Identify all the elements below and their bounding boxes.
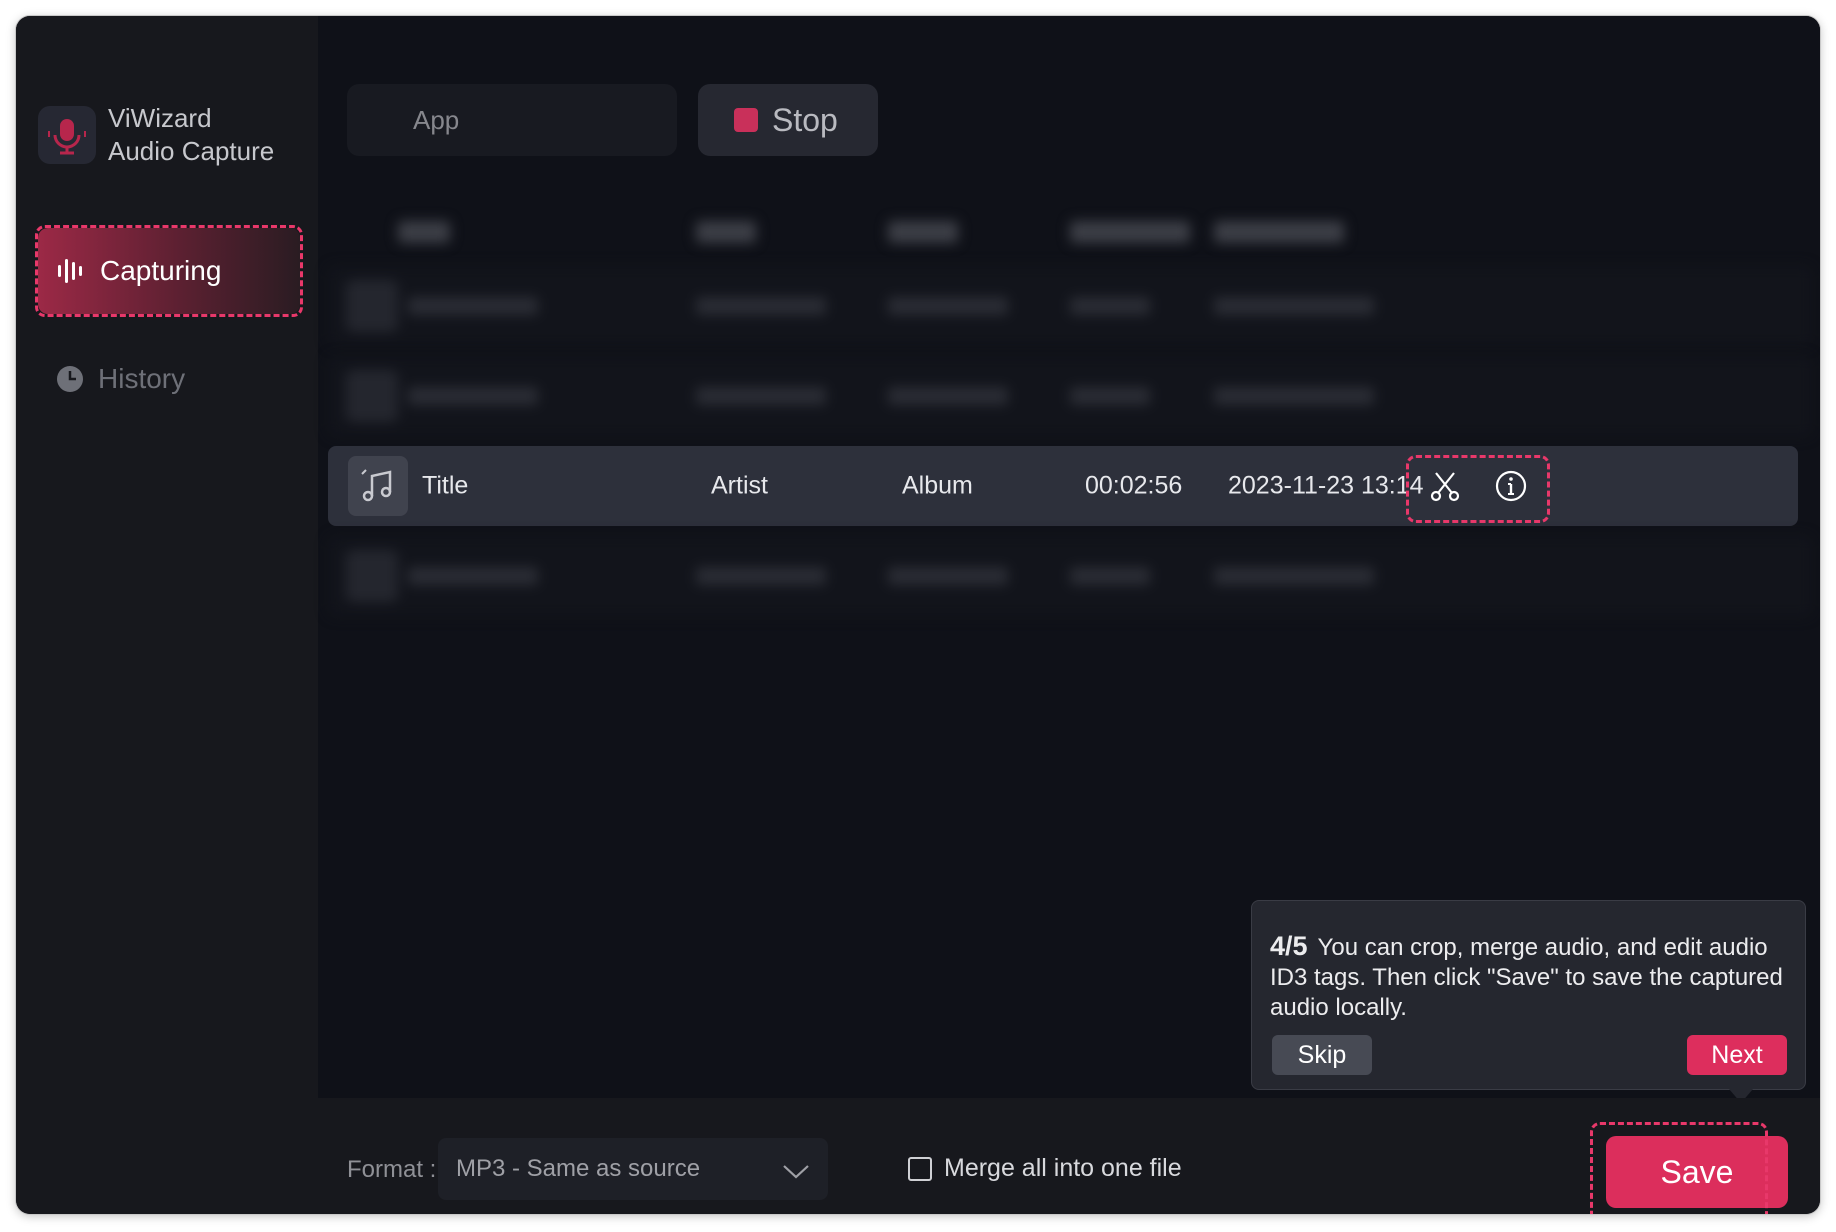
track-artist: Artist — [711, 471, 768, 500]
table-row-active[interactable]: Title Artist Album 00:02:56 2023-11-23 1… — [328, 446, 1798, 526]
track-title: Title — [422, 471, 469, 500]
skip-button[interactable]: Skip — [1272, 1035, 1372, 1075]
table-row-blurred — [328, 536, 1812, 616]
clock-icon — [56, 365, 84, 393]
scissors-icon[interactable] — [1426, 467, 1464, 505]
music-note-icon — [348, 456, 408, 516]
microphone-logo-icon — [38, 106, 96, 164]
sidebar-item-label: Capturing — [100, 255, 222, 286]
info-icon[interactable] — [1492, 467, 1530, 505]
chevron-down-icon — [782, 1160, 810, 1188]
table-header-blurred — [328, 204, 1812, 260]
format-dropdown[interactable]: MP3 - Same as source — [438, 1138, 828, 1200]
brand-name: ViWizard Audio Capture — [108, 102, 274, 168]
track-duration: 00:02:56 — [1085, 471, 1183, 500]
merge-label: Merge all into one file — [944, 1154, 1182, 1182]
stop-icon — [734, 108, 758, 132]
merge-checkbox[interactable] — [908, 1156, 932, 1181]
sidebar-item-capturing[interactable]: Capturing — [38, 228, 300, 314]
next-button[interactable]: Next — [1687, 1035, 1787, 1075]
onboarding-tooltip: 4/5 You can crop, merge audio, and edit a… — [1251, 900, 1806, 1090]
stop-button-label: Stop — [772, 101, 838, 138]
brand-name-line2: Audio Capture — [108, 136, 275, 166]
tooltip-step: 4/5 — [1270, 931, 1308, 961]
brand-name-line1: ViWizard — [108, 103, 212, 133]
save-button[interactable]: Save — [1606, 1136, 1788, 1208]
format-label: Format : — [347, 1156, 437, 1183]
brand: ViWizard Audio Capture — [38, 102, 274, 168]
tooltip-body: 4/5 You can crop, merge audio, and edit a… — [1270, 931, 1787, 1023]
track-date-added: 2023-11-23 13:14 — [1228, 471, 1424, 500]
stop-button[interactable]: Stop — [698, 84, 878, 156]
track-album: Album — [902, 471, 973, 500]
sidebar-item-history[interactable]: History — [38, 356, 300, 402]
tooltip-text: You can crop, merge audio, and edit audi… — [1270, 934, 1783, 1021]
sidebar: ViWizard Audio Capture Capturing History — [16, 16, 318, 1214]
footer-bar: Format : MP3 - Same as source Merge all … — [318, 1098, 1820, 1214]
table-row-blurred — [328, 356, 1812, 436]
merge-option[interactable]: Merge all into one file — [908, 1154, 1182, 1183]
sidebar-item-label: History — [98, 363, 186, 394]
table-row-blurred — [328, 266, 1812, 346]
format-value: MP3 - Same as source — [456, 1155, 701, 1182]
app-window: ViWizard Audio Capture Capturing History… — [16, 16, 1820, 1214]
app-select[interactable]: App — [347, 84, 677, 156]
waveform-icon — [56, 256, 86, 286]
